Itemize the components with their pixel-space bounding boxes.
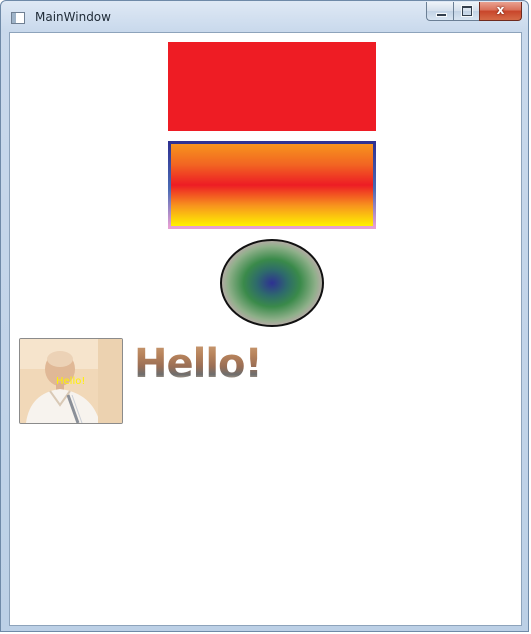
main-window: MainWindow x Hello! Hello! [0, 0, 529, 632]
maximize-icon [462, 6, 472, 16]
solid-red-rectangle [168, 42, 376, 131]
image-brush-button[interactable]: Hello! [19, 338, 123, 424]
image-filled-hello-text: Hello! [134, 341, 263, 387]
caption-buttons: x [426, 2, 522, 22]
window-title: MainWindow [35, 10, 111, 24]
gradient-rectangle [168, 141, 376, 229]
minimize-button[interactable] [426, 2, 453, 21]
title-bar[interactable]: MainWindow x [1, 1, 528, 33]
radial-gradient-ellipse [220, 239, 324, 327]
close-button[interactable]: x [479, 2, 522, 21]
window-app-icon[interactable] [11, 12, 25, 24]
image-button-label: Hello! [56, 376, 86, 387]
client-area: Hello! Hello! [9, 32, 522, 626]
maximize-button[interactable] [453, 2, 479, 21]
minimize-icon [436, 13, 447, 17]
close-icon: x [496, 3, 505, 17]
